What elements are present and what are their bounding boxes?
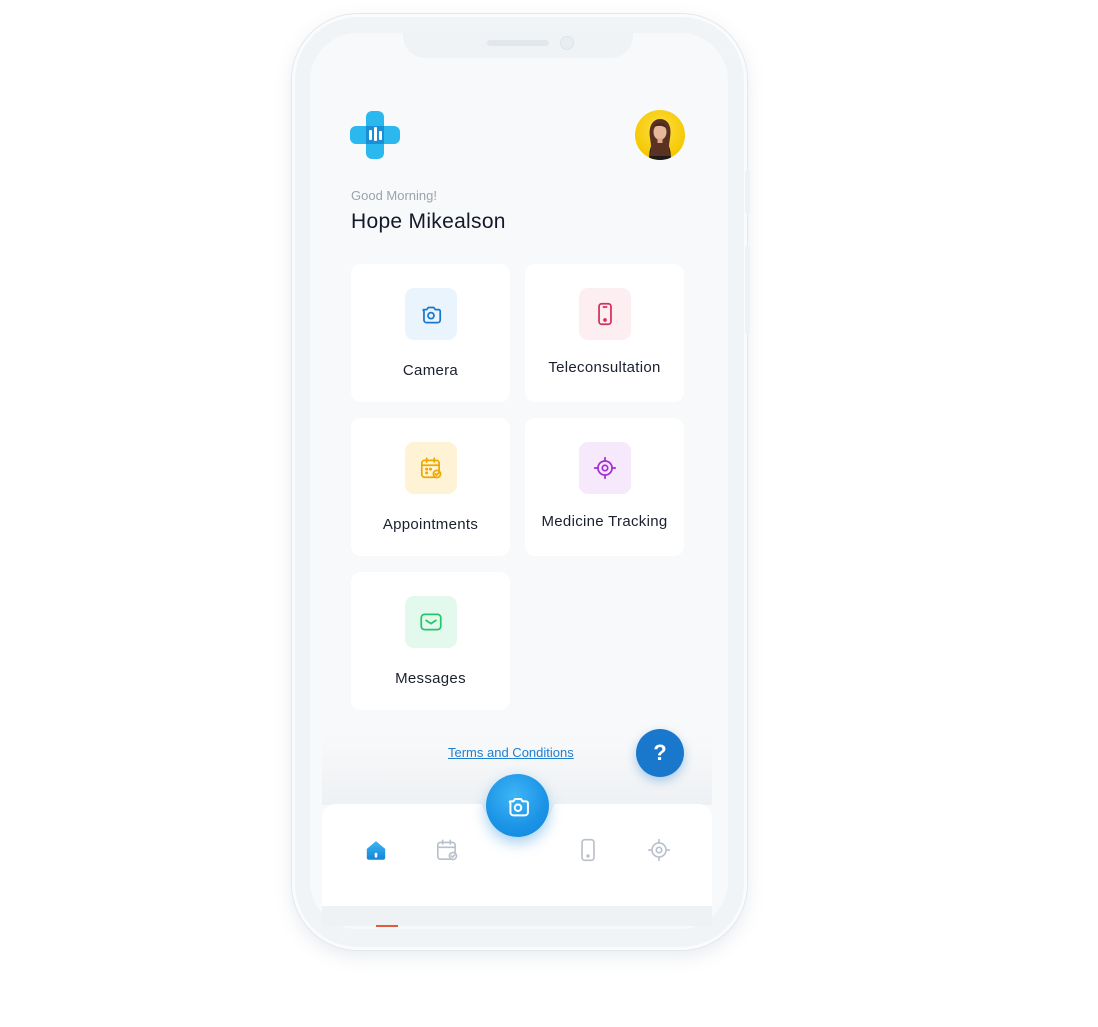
calendar-icon — [420, 457, 442, 479]
nav-appointments[interactable] — [432, 835, 462, 865]
card-icon-box — [579, 442, 631, 494]
camera-icon — [422, 306, 442, 324]
phone-speaker — [487, 40, 549, 46]
home-indicator-area — [322, 906, 712, 926]
card-icon-box — [405, 596, 457, 648]
camera-fab-button[interactable] — [486, 774, 549, 837]
user-name: Hope Mikealson — [351, 210, 506, 233]
feature-card-messages[interactable]: Messages — [351, 572, 510, 710]
mobile-phone-icon — [581, 838, 595, 862]
message-icon — [420, 613, 442, 631]
phone-side-button — [745, 170, 750, 214]
feature-card-medicine-tracking[interactable]: Medicine Tracking — [525, 418, 684, 556]
avatar[interactable] — [635, 110, 685, 160]
front-camera — [560, 36, 574, 50]
card-icon-box — [405, 442, 457, 494]
phone-side-button — [745, 245, 750, 335]
nav-home[interactable] — [361, 835, 391, 865]
card-icon-box — [579, 288, 631, 340]
camera-icon — [508, 797, 529, 816]
nav-teleconsultation[interactable] — [573, 835, 603, 865]
nav-medicine-tracking[interactable] — [644, 835, 674, 865]
card-label: Teleconsultation — [548, 359, 661, 376]
card-label: Camera — [402, 362, 459, 379]
home-icon — [366, 841, 386, 860]
calendar-icon — [436, 839, 458, 861]
greeting-text: Good Morning! — [351, 188, 437, 203]
screen-edge-mark — [376, 925, 398, 927]
terms-and-conditions-link[interactable]: Terms and Conditions — [448, 745, 574, 760]
user-portrait-icon — [649, 119, 671, 160]
target-icon — [647, 838, 671, 862]
target-icon — [593, 456, 617, 480]
mobile-phone-icon — [598, 302, 612, 326]
card-label: Messages — [395, 670, 466, 687]
feature-card-teleconsultation[interactable]: Teleconsultation — [525, 264, 684, 402]
feature-card-camera[interactable]: Camera — [351, 264, 510, 402]
feature-card-appointments[interactable]: Appointments — [351, 418, 510, 556]
app-logo-icon — [350, 111, 400, 159]
card-label: Medicine Tracking — [541, 513, 668, 530]
card-icon-box — [405, 288, 457, 340]
help-button[interactable]: ? — [636, 729, 684, 777]
card-label: Appointments — [382, 516, 479, 533]
